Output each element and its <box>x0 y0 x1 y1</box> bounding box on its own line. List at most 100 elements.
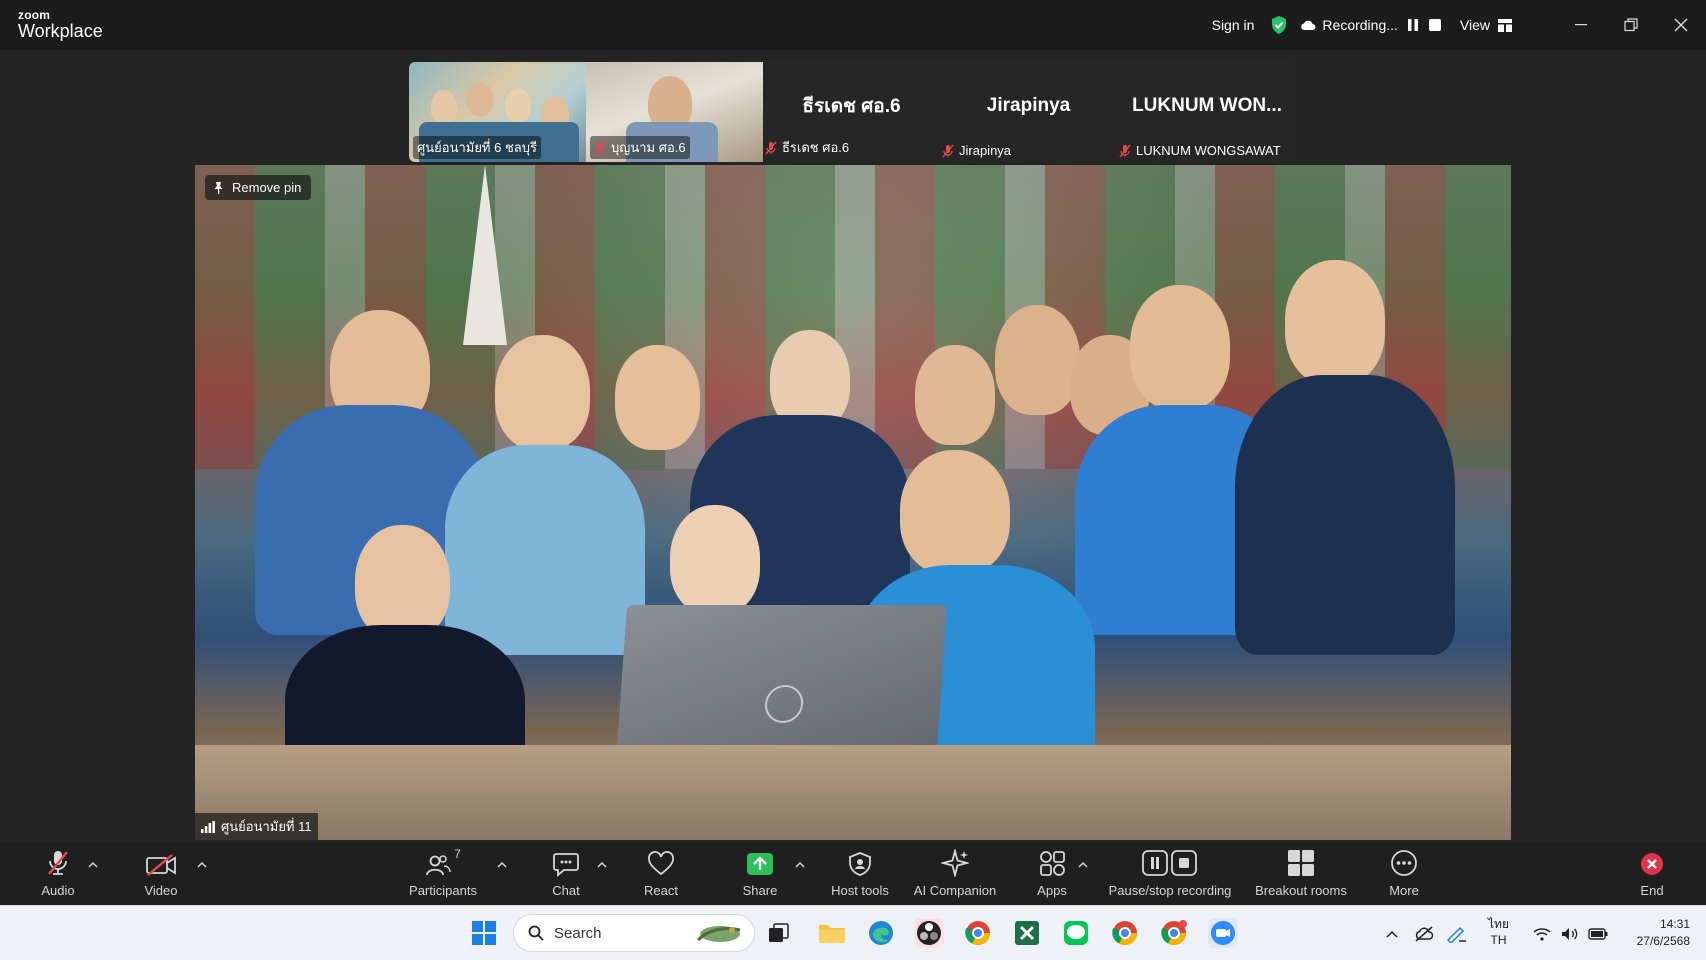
participant-tile[interactable]: ธีรเดช ศอ.6 ธีรเดช ศอ.6 <box>763 62 940 162</box>
participant-face <box>670 505 760 615</box>
chrome-button[interactable] <box>963 918 993 948</box>
chrome-profile-button[interactable] <box>1159 918 1189 948</box>
obs-app-button[interactable] <box>914 918 944 948</box>
participant-body <box>1235 375 1455 655</box>
end-meeting-icon <box>1641 853 1663 875</box>
start-button[interactable] <box>469 918 499 948</box>
meeting-toolbar: Audio Video 7 Participants Chat React Sh… <box>0 843 1706 905</box>
chat-button[interactable]: Chat <box>548 843 584 905</box>
heart-icon <box>648 851 674 876</box>
edge-browser-button[interactable] <box>866 918 896 948</box>
input-language-indicator[interactable]: ไทย TH <box>1488 916 1509 948</box>
signal-bars-icon <box>201 820 215 833</box>
minimize-button[interactable] <box>1556 0 1606 50</box>
participant-display-name: ธีรเดช ศอ.6 <box>802 96 901 117</box>
participant-tile[interactable]: Jirapinya Jirapinya <box>940 62 1117 162</box>
chrome-icon <box>1161 920 1187 946</box>
participant-display-name: LUKNUM WON... <box>1132 95 1282 116</box>
participant-face <box>355 525 450 640</box>
audio-options-chevron-up-icon[interactable] <box>88 861 98 868</box>
meeting-stage: ศูนย์อนามัยที่ 6 ชลบุรี บุญนาม ศอ.6 ธีรเ… <box>0 50 1706 843</box>
participant-face <box>995 305 1080 415</box>
file-explorer-button[interactable] <box>817 918 847 948</box>
participant-body <box>445 445 645 655</box>
pinned-video[interactable]: Remove pin ศูนย์อนามัยที่ 11 <box>195 165 1511 840</box>
brand-main: Workplace <box>18 21 103 41</box>
participant-caption: ศูนย์อนามัยที่ 6 ชลบุรี <box>413 136 541 159</box>
line-icon <box>1064 921 1088 945</box>
video-off-icon <box>146 854 176 876</box>
chat-icon <box>553 853 579 877</box>
status-icons[interactable] <box>1528 906 1612 960</box>
participant-caption: ธีรเดช ศอ.6 <box>763 136 853 159</box>
pause-stop-recording-button[interactable]: Pause/stop recording <box>1104 843 1236 905</box>
participant-face <box>915 345 995 445</box>
muted-mic-icon <box>1119 144 1131 157</box>
breakout-rooms-button[interactable]: Breakout rooms <box>1252 843 1350 905</box>
ai-companion-button[interactable]: AI Companion <box>912 843 998 905</box>
encryption-shield-icon[interactable] <box>1270 15 1288 35</box>
participant-tile[interactable]: บุญนาม ศอ.6 <box>586 62 763 162</box>
participants-icon <box>426 855 451 876</box>
react-button[interactable]: React <box>642 843 680 905</box>
title-bar-controls: Sign in Recording... View <box>1212 0 1706 50</box>
windows-logo-icon <box>472 921 496 945</box>
video-button[interactable]: Video <box>138 843 184 905</box>
pause-stop-recording-icon <box>1142 850 1197 876</box>
remove-pin-button[interactable]: Remove pin <box>205 175 312 200</box>
title-bar: zoom Workplace Sign in Recording... View <box>0 0 1706 50</box>
zoom-app-button[interactable] <box>1208 918 1238 948</box>
pin-icon <box>214 182 223 194</box>
excel-button[interactable] <box>1012 918 1042 948</box>
line-app-button[interactable] <box>1061 918 1091 948</box>
participant-face <box>1130 285 1230 410</box>
video-options-chevron-up-icon[interactable] <box>197 861 207 868</box>
ai-sparkle-icon <box>941 849 969 877</box>
view-button[interactable]: View <box>1460 17 1512 33</box>
participant-figure <box>505 88 531 122</box>
ime-pen-tray-button[interactable] <box>1440 925 1472 943</box>
obs-icon <box>917 921 941 945</box>
taskbar-search-box[interactable]: Search <box>513 914 755 952</box>
show-hidden-icons-button[interactable] <box>1376 930 1408 938</box>
participant-caption: บุญนาม ศอ.6 <box>590 136 690 159</box>
sign-in-link[interactable]: Sign in <box>1212 17 1255 33</box>
chrome-profile-button[interactable] <box>1110 918 1140 948</box>
share-button[interactable]: Share <box>741 843 779 905</box>
chrome-icon <box>965 921 990 946</box>
onedrive-tray-button[interactable] <box>1408 925 1440 942</box>
pause-recording-icon[interactable] <box>1406 18 1420 32</box>
participant-tile[interactable]: LUKNUM WON... LUKNUM WONGSAWAT <box>1117 62 1297 162</box>
apps-options-chevron-up-icon[interactable] <box>1078 861 1088 868</box>
breakout-rooms-icon <box>1288 850 1314 876</box>
host-tools-button[interactable]: Host tools <box>828 843 892 905</box>
search-highlight-icon <box>696 926 741 942</box>
share-screen-icon <box>747 853 773 875</box>
apps-button[interactable]: Apps <box>1036 843 1068 905</box>
audio-button[interactable]: Audio <box>36 843 80 905</box>
battery-icon <box>1584 927 1612 940</box>
stop-recording-icon[interactable] <box>1428 18 1442 32</box>
more-button[interactable]: More <box>1386 843 1422 905</box>
participant-face <box>495 335 590 450</box>
close-window-button[interactable] <box>1656 0 1706 50</box>
clock-time: 14:31 <box>1659 917 1690 931</box>
task-view-icon <box>769 923 789 942</box>
end-meeting-button[interactable]: End <box>1636 843 1668 905</box>
participants-options-chevron-up-icon[interactable] <box>497 861 507 868</box>
task-view-button[interactable] <box>764 918 794 948</box>
pinned-participant-label: ศูนย์อนามัยที่ 11 <box>195 813 318 840</box>
participant-tile[interactable]: ศูนย์อนามัยที่ 6 ชลบุรี <box>409 62 586 162</box>
conference-table <box>195 745 1511 840</box>
restore-button[interactable] <box>1606 0 1656 50</box>
participant-figure <box>431 90 457 124</box>
system-clock[interactable]: 14:31 27/6/2568 <box>1620 916 1690 950</box>
background-stupa <box>463 165 507 345</box>
chat-options-chevron-up-icon[interactable] <box>597 861 607 868</box>
muted-mic-icon <box>48 851 68 875</box>
cloud-offline-icon <box>1415 925 1434 942</box>
edge-icon <box>869 921 893 945</box>
recording-indicator[interactable]: Recording... <box>1300 17 1441 33</box>
share-options-chevron-up-icon[interactable] <box>795 861 805 868</box>
participants-button[interactable]: 7 Participants <box>405 843 481 905</box>
